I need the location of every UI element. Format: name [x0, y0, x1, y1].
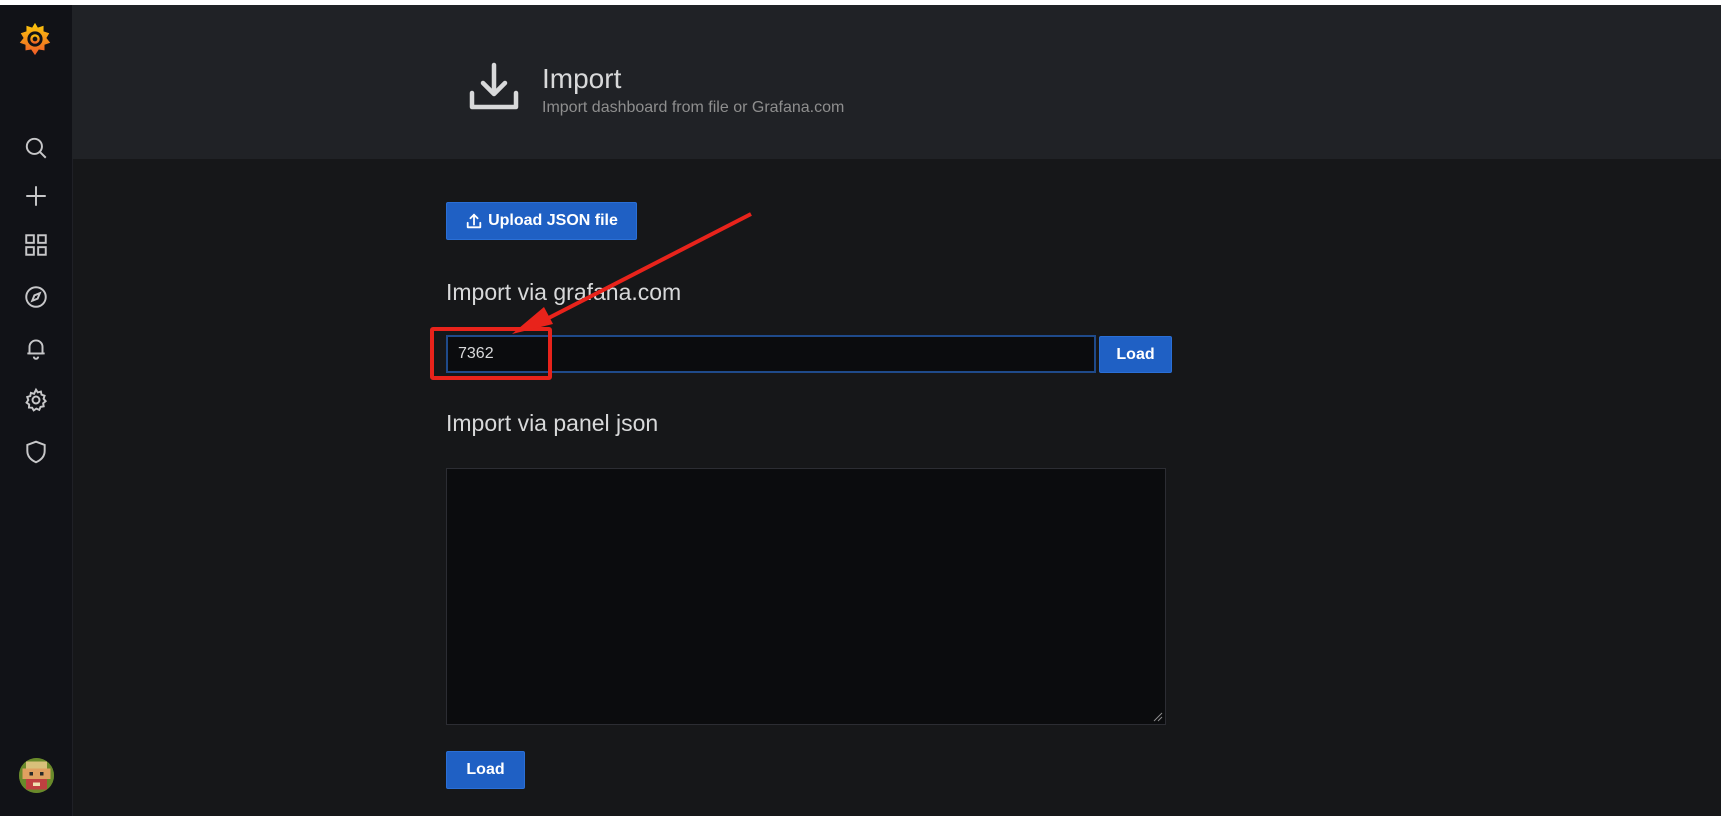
page-subtitle: Import dashboard from file or Grafana.co…: [542, 99, 845, 116]
grafana-load-button[interactable]: Load: [1099, 336, 1172, 373]
upload-icon: [466, 213, 482, 229]
panel-json-load-button[interactable]: Load: [446, 751, 525, 789]
bell-icon[interactable]: [20, 332, 52, 364]
plus-icon[interactable]: [20, 180, 52, 212]
resize-grip-icon[interactable]: [1151, 710, 1163, 722]
sidebar: [0, 5, 73, 816]
grafana-logo-icon[interactable]: [16, 20, 54, 58]
grafana-import-title: Import via grafana.com: [446, 279, 682, 305]
grafana-dashboard-id-input[interactable]: 7362: [446, 335, 1096, 373]
search-icon[interactable]: [20, 132, 52, 164]
app-window: Import Import dashboard from file or Gra…: [0, 5, 1721, 816]
page-title: Import: [542, 63, 622, 94]
main-content: Upload JSON file Import via grafana.com …: [72, 159, 1721, 816]
explore-icon[interactable]: [20, 281, 52, 313]
upload-json-label: Upload JSON file: [488, 212, 618, 229]
page-header: Import Import dashboard from file or Gra…: [72, 5, 1721, 159]
upload-json-button[interactable]: Upload JSON file: [446, 202, 637, 240]
grafana-dashboard-id-value: 7362: [458, 345, 494, 362]
import-icon: [466, 59, 522, 115]
user-avatar[interactable]: [19, 758, 54, 793]
panel-json-textarea[interactable]: [446, 468, 1166, 725]
gear-icon[interactable]: [20, 384, 52, 416]
panel-json-title: Import via panel json: [446, 410, 659, 436]
dashboards-icon[interactable]: [20, 229, 52, 261]
shield-icon[interactable]: [20, 436, 52, 468]
